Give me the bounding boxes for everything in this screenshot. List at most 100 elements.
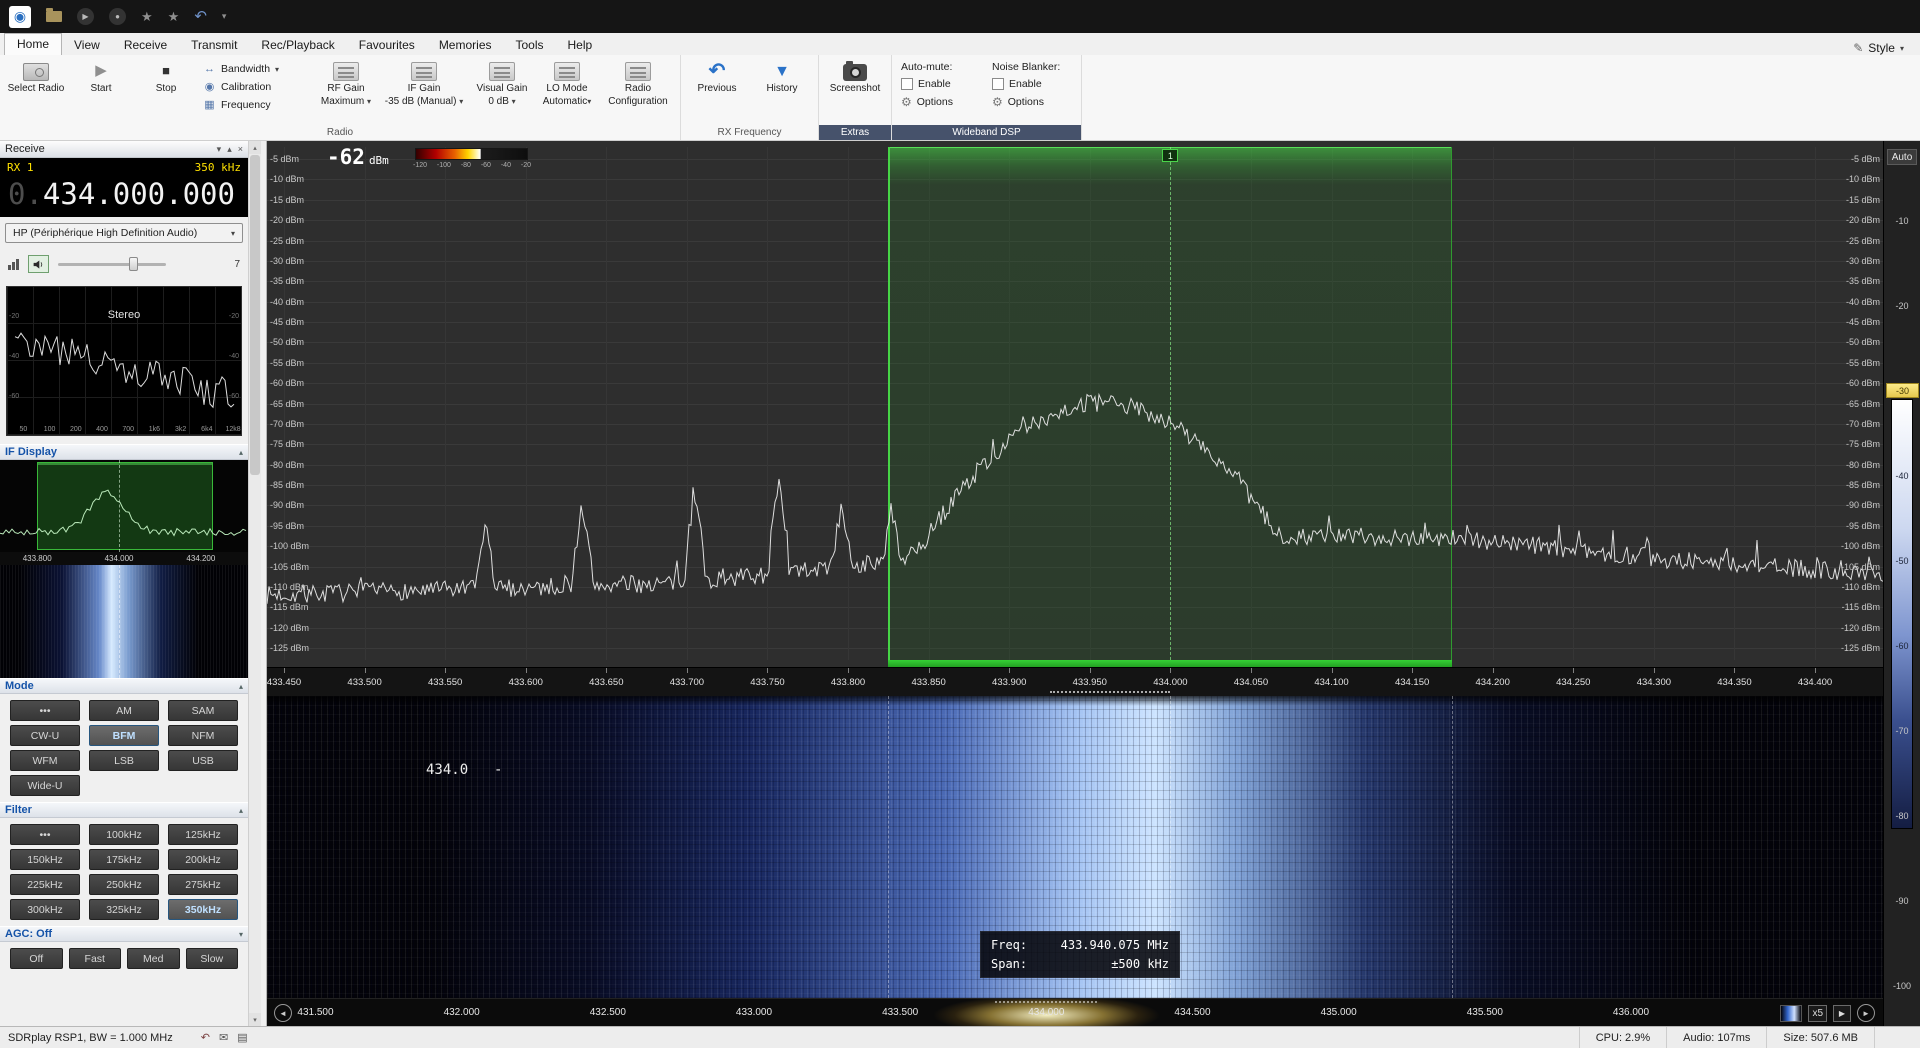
range-handle[interactable]: -30 [1886, 383, 1919, 398]
auto-range-button[interactable]: Auto [1887, 149, 1917, 165]
mode-button-sam[interactable]: SAM [168, 700, 238, 721]
waterfall-display[interactable]: 434.0 - Freq:433.940.075 MHz Span:±500 k… [267, 696, 1883, 998]
mode-button-nfm[interactable]: NFM [168, 725, 238, 746]
filter-button-dots[interactable]: ••• [10, 824, 80, 845]
tab-memories[interactable]: Memories [427, 35, 504, 55]
agc-header[interactable]: AGC: Off ▾ [0, 926, 248, 942]
tab-tools[interactable]: Tools [504, 35, 556, 55]
favourite-add-icon[interactable]: ★ [168, 10, 180, 23]
visual-gain-button[interactable]: Visual Gain 0 dB ▾ [471, 57, 533, 124]
tab-favourites[interactable]: Favourites [347, 35, 427, 55]
noise-blanker-enable-checkbox[interactable]: Enable [992, 78, 1072, 90]
frequency-display[interactable]: 0.434.000.000 [0, 174, 248, 213]
status-mail-icon[interactable]: ✉ [219, 1031, 228, 1044]
receive-panel-header[interactable]: Receive ▾ ▴ × [0, 141, 248, 158]
palette-gradient[interactable] [1891, 399, 1913, 829]
navigator-step-right-button[interactable]: ► [1857, 1004, 1875, 1022]
mode-button-bfm[interactable]: BFM [89, 725, 159, 746]
slider-thumb[interactable] [129, 257, 138, 271]
agc-button-fast[interactable]: Fast [69, 948, 122, 969]
panel-collapse-icon[interactable]: ▴ [227, 144, 232, 155]
zoom-button[interactable]: x5 [1808, 1005, 1827, 1022]
tab-receive[interactable]: Receive [112, 35, 179, 55]
undo-icon[interactable]: ↶ [194, 9, 207, 24]
tab-home[interactable]: Home [4, 33, 62, 55]
tab-rec-playback[interactable]: Rec/Playback [249, 35, 346, 55]
select-radio-button[interactable]: Select Radio [5, 57, 67, 124]
mode-button-usb[interactable]: USB [168, 750, 238, 771]
filter-button-225khz[interactable]: 225kHz [10, 874, 80, 895]
bandwidth-button[interactable]: ↔ Bandwidth ▾ [200, 62, 312, 76]
collapse-icon[interactable]: ▴ [239, 448, 243, 457]
navigator-step-left-button[interactable]: ◄ [274, 1004, 292, 1022]
mode-button-am[interactable]: AM [89, 700, 159, 721]
mode-button-dots[interactable]: ••• [10, 700, 80, 721]
radio-configuration-button[interactable]: Radio Configuration [601, 57, 675, 124]
mute-button[interactable] [28, 255, 49, 273]
history-button[interactable]: ▼ History [751, 57, 813, 124]
tab-transmit[interactable]: Transmit [179, 35, 249, 55]
status-undo-icon[interactable]: ↶ [201, 1031, 210, 1044]
tab-view[interactable]: View [62, 35, 112, 55]
level-meter-icon[interactable] [8, 259, 19, 270]
collapse-icon[interactable]: ▴ [239, 682, 243, 691]
filter-button-350khz[interactable]: 350kHz [168, 899, 238, 920]
app-logo-icon[interactable]: ◉ [9, 6, 31, 28]
collapse-icon[interactable]: ▴ [239, 806, 243, 815]
marker-flag[interactable]: 1 [1162, 149, 1178, 162]
filter-button-100khz[interactable]: 100kHz [89, 824, 159, 845]
filter-button-275khz[interactable]: 275kHz [168, 874, 238, 895]
step-forward-button[interactable]: ▶ [1833, 1005, 1851, 1022]
automute-options-button[interactable]: ⚙ Options [901, 95, 981, 109]
agc-button-slow[interactable]: Slow [186, 948, 239, 969]
play-icon[interactable]: ▶ [77, 8, 94, 25]
scroll-thumb[interactable] [250, 155, 260, 475]
passband-bottom-bar[interactable] [888, 660, 1452, 667]
filter-button-175khz[interactable]: 175kHz [89, 849, 159, 870]
open-folder-icon[interactable] [46, 11, 62, 22]
waterfall-view-button[interactable] [1780, 1005, 1802, 1022]
start-button[interactable]: ▶ Start [70, 57, 132, 124]
quick-access-menu-icon[interactable]: ▾ [222, 12, 227, 21]
filter-button-150khz[interactable]: 150kHz [10, 849, 80, 870]
filter-button-250khz[interactable]: 250kHz [89, 874, 159, 895]
scroll-down-icon[interactable]: ▾ [249, 1013, 261, 1026]
filter-button-300khz[interactable]: 300kHz [10, 899, 80, 920]
mode-button-wfm[interactable]: WFM [10, 750, 80, 771]
panel-scrollbar[interactable]: ▴ ▾ [248, 141, 261, 1026]
stop-button[interactable]: ■ Stop [135, 57, 197, 124]
frequency-navigator[interactable]: ◄ x5 ▶ ► 431.500432.000432.500433.000433… [267, 998, 1883, 1026]
filter-button-200khz[interactable]: 200kHz [168, 849, 238, 870]
record-icon[interactable]: ● [109, 8, 126, 25]
agc-button-off[interactable]: Off [10, 948, 63, 969]
filter-button-325khz[interactable]: 325kHz [89, 899, 159, 920]
mode-header[interactable]: Mode ▴ [0, 678, 248, 694]
if-gain-button[interactable]: IF Gain -35 dB (Manual) ▾ [380, 57, 468, 124]
tune-center-line[interactable] [1170, 147, 1171, 660]
status-display-icon[interactable]: ▤ [237, 1031, 247, 1044]
mode-button-wide-u[interactable]: Wide-U [10, 775, 80, 796]
panel-close-icon[interactable]: × [238, 144, 243, 155]
agc-button-med[interactable]: Med [127, 948, 180, 969]
panel-menu-icon[interactable]: ▾ [217, 144, 222, 155]
filter-button-125khz[interactable]: 125kHz [168, 824, 238, 845]
mode-button-lsb[interactable]: LSB [89, 750, 159, 771]
range-control-strip[interactable]: Auto -10-20-30-40-50-60-70-80-90-100 [1883, 141, 1920, 1026]
collapse-icon[interactable]: ▾ [239, 930, 243, 939]
spectrum-display[interactable]: 1 -5 dBm-5 dBm-10 dBm-10 dBm-15 dBm-15 d… [267, 141, 1883, 667]
frequency-button[interactable]: ▦ Frequency [200, 97, 312, 112]
style-button[interactable]: ✎ Style ▾ [1853, 41, 1920, 55]
mode-button-cw-u[interactable]: CW-U [10, 725, 80, 746]
volume-slider[interactable] [58, 257, 166, 271]
scroll-up-icon[interactable]: ▴ [249, 141, 261, 154]
lo-mode-button[interactable]: LO Mode Automatic▾ [536, 57, 598, 124]
screenshot-button[interactable]: Screenshot [824, 57, 886, 124]
favourite-icon[interactable]: ★ [141, 10, 153, 23]
calibration-button[interactable]: ◉ Calibration [200, 79, 312, 94]
automute-enable-checkbox[interactable]: Enable [901, 78, 981, 90]
if-spectrum-minimap[interactable] [0, 460, 248, 552]
audio-device-select[interactable]: HP (Périphérique High Definition Audio) … [5, 223, 243, 243]
previous-frequency-button[interactable]: ↶ Previous [686, 57, 748, 124]
tab-help[interactable]: Help [556, 35, 605, 55]
filter-header[interactable]: Filter ▴ [0, 802, 248, 818]
